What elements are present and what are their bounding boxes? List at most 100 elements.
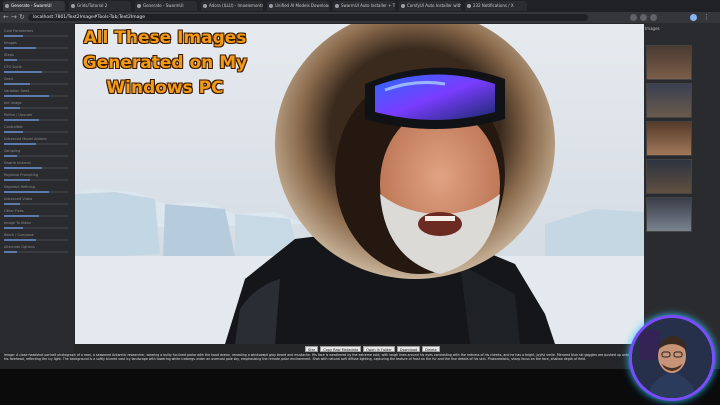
sidebar-param-label[interactable]: Segment Refining: [4, 185, 35, 189]
sidebar-param-label[interactable]: Alternate Options: [4, 245, 35, 249]
browser-tab[interactable]: Generate - SwarmUI: [135, 1, 197, 11]
param-slider[interactable]: [4, 83, 68, 85]
sidebar-param-label[interactable]: ControlNet: [4, 125, 23, 129]
param-slider[interactable]: [4, 131, 68, 133]
param-slider[interactable]: [4, 107, 68, 109]
param-slider-fill: [4, 191, 49, 193]
star-button[interactable]: Star: [305, 346, 319, 352]
favicon-icon: [71, 4, 75, 8]
browser-tab[interactable]: SwarmUI Auto Installer + The...: [333, 1, 395, 11]
sidebar-param-label[interactable]: Advanced Model Addons: [4, 137, 47, 141]
param-slider[interactable]: [4, 239, 68, 241]
download-button[interactable]: Download: [396, 346, 421, 352]
sidebar-param-label[interactable]: Images: [4, 41, 17, 45]
browser-tab[interactable]: Adora (ILLU) - Imoelementm...: [201, 1, 263, 11]
param-slider-fill: [4, 131, 24, 133]
sidebar-param-label[interactable]: Swarm Internal: [4, 161, 31, 165]
sidebar-param-label[interactable]: Refine / Upscale: [4, 113, 32, 117]
browser-tab[interactable]: Unified AI Models Downloader: [267, 1, 329, 11]
url-field[interactable]: localhost:7801/Text2Image#Tools-Tab;Text…: [28, 14, 588, 21]
reload-icon[interactable]: ↻: [19, 13, 25, 22]
favicon-icon: [5, 4, 9, 8]
image-actions-toolbar: Star Copy Raw Metadata Open In Folder Downl…: [305, 346, 442, 353]
sidebar-param-label[interactable]: Batch / Compose: [4, 233, 34, 237]
profile-avatar[interactable]: [690, 14, 697, 21]
param-slider[interactable]: [4, 59, 68, 61]
param-slider-fill: [4, 155, 17, 157]
sidebar-param-label[interactable]: Core Parameters: [4, 29, 33, 33]
sidebar-param-label[interactable]: Regional Prompting: [4, 173, 38, 177]
menu-icon[interactable]: ⋮: [703, 13, 710, 22]
browser-tab-label: Generate - SwarmUI: [11, 3, 52, 8]
copy-raw-metadata-button[interactable]: Copy Raw Metadata: [320, 346, 362, 352]
prompt-metadata-text: Image: A close headshot portrait photogr…: [4, 353, 630, 361]
param-slider[interactable]: [4, 167, 68, 169]
param-slider-fill: [4, 239, 36, 241]
overlay-line: Generated on My: [82, 53, 248, 73]
browser-tab-label: Generate - SwarmUI: [143, 3, 184, 8]
forward-icon[interactable]: →: [11, 13, 17, 22]
gallery-label: Images: [645, 26, 660, 31]
extension-icon[interactable]: [630, 14, 637, 21]
param-slider[interactable]: [4, 203, 68, 205]
sidebar-param-label[interactable]: Seed: [4, 77, 13, 81]
browser-tab[interactable]: Grids/Tutorial 2: [69, 1, 131, 11]
extension-icon[interactable]: [650, 14, 657, 21]
param-slider[interactable]: [4, 191, 68, 193]
param-slider[interactable]: [4, 251, 68, 253]
param-slider-fill: [4, 143, 36, 145]
param-slider-fill: [4, 227, 24, 229]
param-slider[interactable]: [4, 143, 68, 145]
param-slider[interactable]: [4, 95, 68, 97]
browser-tab-bar: Generate - SwarmUI Grids/Tutorial 2 Genera…: [0, 0, 720, 12]
param-slider-fill: [4, 71, 43, 73]
param-slider[interactable]: [4, 35, 68, 37]
browser-tab-label: Adora (ILLU) - Imoelementm...: [209, 3, 263, 8]
sidebar-param-label[interactable]: Steps: [4, 53, 14, 57]
video-letterbox: [0, 369, 720, 405]
browser-tab-label: 232 Notifications / X: [473, 3, 514, 8]
extension-icon[interactable]: [640, 14, 647, 21]
param-slider-fill: [4, 83, 30, 85]
sidebar-param-label[interactable]: CFG Scale: [4, 65, 22, 69]
favicon-icon: [203, 4, 207, 8]
sidebar-param-label[interactable]: Advanced Video: [4, 197, 32, 201]
param-slider[interactable]: [4, 47, 68, 49]
browser-tab[interactable]: 232 Notifications / X: [465, 1, 527, 11]
history-thumbnail[interactable]: [646, 83, 692, 118]
param-slider[interactable]: [4, 119, 68, 121]
overlay-line: Windows PC: [106, 78, 224, 98]
param-slider[interactable]: [4, 71, 68, 73]
favicon-icon: [137, 4, 141, 8]
favicon-icon: [335, 4, 339, 8]
sidebar-param-label[interactable]: Image To Video: [4, 221, 31, 225]
favicon-icon: [269, 4, 273, 8]
param-slider[interactable]: [4, 155, 68, 157]
favicon-icon: [467, 4, 471, 8]
delete-button[interactable]: Delete: [422, 346, 440, 352]
browser-tab-label: SwarmUI Auto Installer + The...: [341, 3, 395, 8]
param-slider[interactable]: [4, 215, 68, 217]
browser-tab[interactable]: Generate - SwarmUI: [3, 1, 65, 11]
webcam-overlay: [632, 318, 712, 398]
param-slider-fill: [4, 179, 30, 181]
generated-image[interactable]: All These Images Generated on My Windows…: [75, 24, 644, 344]
browser-tab-label: Grids/Tutorial 2: [77, 3, 108, 8]
presenter-avatar: [632, 318, 712, 398]
param-slider[interactable]: [4, 179, 68, 181]
sidebar-param-label[interactable]: Other Fixes: [4, 209, 24, 213]
sidebar-param-label[interactable]: Sampling: [4, 149, 20, 153]
history-thumbnail[interactable]: [646, 121, 692, 156]
param-slider[interactable]: [4, 227, 68, 229]
back-icon[interactable]: ←: [3, 13, 9, 22]
browser-tab-label: Unified AI Models Downloader: [275, 3, 329, 8]
image-history-panel: Images: [642, 23, 720, 353]
history-thumbnail[interactable]: [646, 159, 692, 194]
open-in-folder-button[interactable]: Open In Folder: [363, 346, 395, 352]
history-thumbnail[interactable]: [646, 197, 692, 232]
browser-tab[interactable]: ComfyUI Auto Installer with Fl...: [399, 1, 461, 11]
param-slider-fill: [4, 167, 43, 169]
sidebar-param-label[interactable]: Init Image: [4, 101, 22, 105]
sidebar-param-label[interactable]: Variation Seed: [4, 89, 29, 93]
history-thumbnail[interactable]: [646, 45, 692, 80]
